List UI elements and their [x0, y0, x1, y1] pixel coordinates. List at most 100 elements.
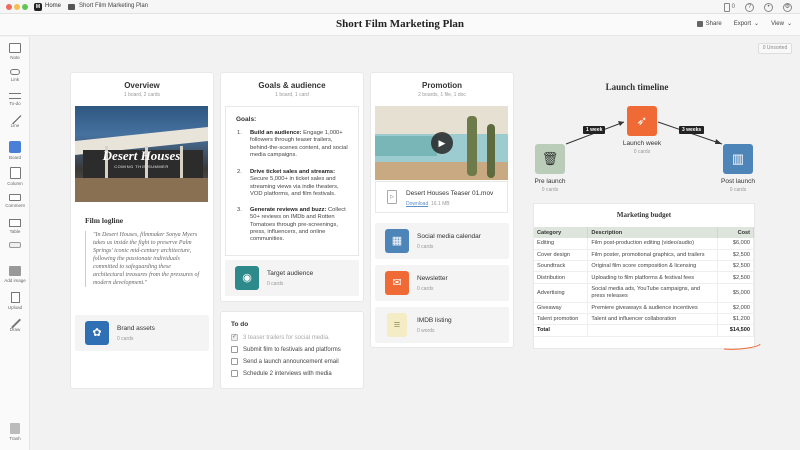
cell-cost: $2,500: [717, 271, 754, 284]
brand-assets-board-card[interactable]: ✿ Brand assets 0 cards: [75, 315, 209, 351]
cell-category: Soundtrack: [534, 260, 589, 273]
table-icon: [9, 219, 21, 227]
tool-upload[interactable]: Upload: [0, 292, 30, 310]
tool-board[interactable]: Board: [0, 141, 30, 160]
rocket-icon[interactable]: ➶: [627, 106, 657, 136]
todo-item[interactable]: ✓ 3 teaser trailers for social media.: [231, 334, 330, 341]
tool-column[interactable]: Column: [0, 167, 30, 186]
table-row[interactable]: Talent promotion Talent and influencer c…: [534, 313, 754, 326]
goals-audience-column[interactable]: Goals & audience 1 board, 1 card Goals: …: [221, 73, 363, 301]
export-button[interactable]: Export ⌄: [733, 20, 759, 28]
marketing-budget-title: Marketing budget: [616, 211, 672, 219]
cell-category: Editing: [534, 238, 589, 250]
cell-description-line: press releases: [591, 292, 628, 299]
home-link[interactable]: Home: [45, 3, 61, 9]
tool-note[interactable]: Note: [0, 43, 30, 60]
upload-icon: [10, 292, 20, 303]
cell-description: Premiere giveaways & audience incentives: [587, 302, 719, 314]
play-icon[interactable]: ▶: [431, 132, 453, 154]
pre-launch-count: 0 cards: [541, 187, 559, 193]
export-label: Export: [733, 20, 752, 27]
trash-can-icon[interactable]: 🗑: [535, 144, 565, 174]
overview-column[interactable]: Overview 1 board, 2 cards Desert Houses …: [71, 73, 213, 388]
mail-icon: ✉: [385, 271, 409, 295]
maximize-window-button[interactable]: [22, 4, 28, 10]
cell-description: Film poster, promotional graphics, and t…: [587, 249, 719, 262]
mobile-icon[interactable]: [723, 2, 730, 12]
video-file-card[interactable]: ▷ Desert Houses Teaser 01.mov Download 1…: [375, 181, 508, 213]
video-thumbnail[interactable]: ▶: [375, 106, 508, 180]
promotion-title: Promotion: [422, 81, 462, 90]
tool-line[interactable]: Line: [0, 111, 30, 128]
newsletter-count: 0 cards: [417, 286, 434, 292]
close-window-button[interactable]: [6, 4, 12, 10]
todo-item[interactable]: Schedule 2 interviews with media: [231, 370, 332, 377]
calendar-icon: ▦: [385, 229, 409, 253]
table-row[interactable]: Advertising Social media ads, YouTube ca…: [534, 283, 754, 303]
tool-draw[interactable]: Draw: [0, 316, 30, 332]
table-row[interactable]: Distribution Uploading to film platforms…: [534, 271, 754, 284]
target-audience-title: Target audience: [267, 270, 314, 277]
tool-table[interactable]: Table: [0, 219, 30, 234]
cell-description: Uploading to film platforms & festival f…: [587, 271, 719, 284]
checkbox[interactable]: [231, 370, 238, 377]
view-button[interactable]: View ⌄: [771, 20, 792, 28]
cell-category: Talent promotion: [534, 313, 589, 326]
marketing-budget-table-card[interactable]: Marketing budget Category Description Co…: [534, 204, 754, 348]
poster-subtitle: COMING THIS SUMMER: [114, 164, 169, 169]
tool-link[interactable]: Link: [0, 67, 30, 82]
imdb-listing-title: IMDB listing: [417, 317, 452, 324]
todo-item[interactable]: Submit film to festivals and platforms: [231, 346, 341, 353]
desert-houses-poster-image[interactable]: Desert Houses COMING THIS SUMMER: [75, 106, 208, 202]
tool-note-label: Note: [10, 55, 20, 60]
share-icon: [696, 20, 703, 27]
brand-assets-title: Brand assets: [117, 325, 155, 332]
notifications-bell-icon[interactable]: •: [764, 2, 773, 12]
tool-more[interactable]: [0, 242, 30, 250]
tool-trash[interactable]: Trash: [0, 423, 30, 441]
newsletter-card[interactable]: ✉ Newsletter 0 cards: [375, 265, 509, 301]
tool-column-label: Column: [7, 181, 23, 186]
table-total-row[interactable]: Total $14,500: [534, 324, 754, 337]
cell-cost: $2,500: [717, 260, 754, 273]
help-icon[interactable]: ?: [745, 2, 754, 12]
eye-icon: ◉: [235, 266, 259, 290]
table-row[interactable]: Cover design Film poster, promotional gr…: [534, 249, 754, 262]
overview-title: Overview: [124, 81, 160, 90]
table-row[interactable]: Soundtrack Original film score compositi…: [534, 260, 754, 273]
tool-comment[interactable]: Comment: [0, 194, 30, 208]
todo-list[interactable]: To do ✓ 3 teaser trailers for social med…: [221, 312, 363, 388]
promotion-column[interactable]: Promotion 2 boards, 1 file, 1 doc ▶ ▷ De…: [371, 73, 513, 347]
target-audience-board-card[interactable]: ◉ Target audience 0 cards: [225, 260, 359, 296]
unsorted-button[interactable]: 0 Unsorted: [758, 43, 792, 54]
todo-item[interactable]: Send a launch announcement email: [231, 358, 339, 365]
share-button[interactable]: Share: [696, 20, 722, 27]
tool-comment-label: Comment: [5, 203, 25, 208]
launch-week-count: 0 cards: [633, 149, 651, 155]
poster-title: Desert Houses: [102, 148, 181, 163]
checkbox-checked[interactable]: ✓: [231, 334, 238, 341]
goals-note-card[interactable]: Goals: 1. Build an audience: Engage 1,00…: [225, 106, 359, 256]
overview-subtitle: 1 board, 2 cards: [123, 92, 161, 98]
settings-gear-icon[interactable]: ⚙: [783, 2, 792, 12]
minimize-window-button[interactable]: [14, 4, 20, 10]
social-media-calendar-card[interactable]: ▦ Social media calendar 0 cards: [375, 223, 509, 259]
home-icon[interactable]: M: [34, 3, 42, 11]
todo-icon: [9, 93, 21, 99]
document-icon: ≡: [387, 313, 407, 337]
board-icon: [9, 141, 21, 153]
imdb-listing-doc-card[interactable]: ≡ IMDB listing 0 words: [375, 307, 509, 343]
download-link[interactable]: Download: [406, 201, 428, 207]
bar-chart-icon[interactable]: ▥: [723, 144, 753, 174]
checkbox[interactable]: [231, 346, 238, 353]
table-row[interactable]: Editing Film post-production editing (vi…: [534, 238, 754, 250]
checkbox[interactable]: [231, 358, 238, 365]
brand-assets-count: 0 cards: [117, 336, 134, 342]
breadcrumb-document[interactable]: Short Film Marketing Plan: [79, 3, 148, 9]
imdb-listing-count: 0 words: [417, 328, 435, 334]
thumb-cactus: [487, 124, 495, 178]
table-row[interactable]: Giveaway Premiere giveaways & audience i…: [534, 302, 754, 314]
column-header-category: Category: [534, 227, 589, 238]
tool-add-image[interactable]: Add image: [0, 266, 30, 283]
tool-todo[interactable]: To-do: [0, 91, 30, 106]
